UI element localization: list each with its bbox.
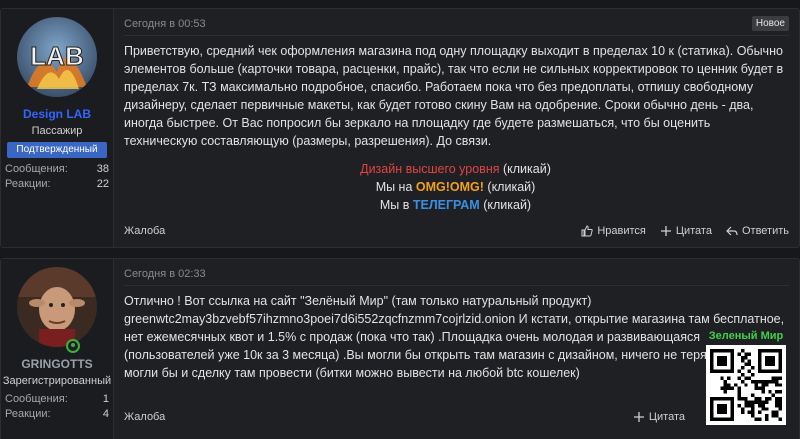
post-actions: Жалоба Нравится Цитата Ответить — [124, 225, 789, 237]
post-1: LAB Design LAB Пассажир Подтвержденный С… — [0, 8, 800, 248]
user-stats: Сообщения: 1 Реакции: 4 — [5, 392, 109, 422]
goblin-avatar-icon — [17, 267, 97, 347]
post-body: Отлично ! Вот ссылка на сайт "Зелёный Ми… — [124, 294, 785, 380]
stat-value: 4 — [102, 408, 109, 420]
divider — [124, 35, 789, 36]
promo-prefix: Мы на — [375, 180, 416, 194]
action-group: Цитата — [633, 411, 685, 423]
stat-messages: Сообщения: 1 — [5, 392, 109, 407]
promo-suffix: (кликай) — [499, 162, 551, 176]
thumbs-up-icon — [581, 225, 593, 237]
plus-icon — [660, 226, 671, 236]
post-content: Сегодня в 00:53 Новое Приветствую, средн… — [114, 9, 799, 247]
avatar[interactable]: LAB — [17, 17, 97, 97]
post-2: GRINGOTTS Зарегистрированный Сообщения: … — [0, 258, 800, 439]
stat-label: Реакции: — [5, 178, 51, 190]
stat-reactions: Реакции: 4 — [5, 407, 109, 422]
stat-reactions: Реакции: 22 — [5, 177, 109, 192]
promo-link-design[interactable]: Дизайн высшего уровня — [360, 162, 499, 176]
promo-suffix: (кликай) — [479, 198, 532, 212]
report-link[interactable]: Жалоба — [124, 411, 165, 423]
post-body: Приветствую, средний чек оформления мага… — [124, 44, 784, 148]
reply-label: Ответить — [741, 225, 789, 237]
avatar[interactable] — [17, 267, 97, 347]
username[interactable]: GRINGOTTS — [21, 357, 92, 371]
verified-badge: Подтвержденный — [7, 142, 107, 158]
promo-prefix: Мы в — [379, 198, 413, 212]
promo-line-1: Дизайн высшего уровня (кликай) — [124, 160, 787, 178]
promo-line-2: Мы на OMG!OMG! (кликай) — [124, 178, 787, 196]
action-group: Нравится Цитата Ответить — [581, 225, 789, 237]
reply-icon — [726, 226, 738, 236]
signature-promo: Дизайн высшего уровня (кликай) Мы на OMG… — [124, 160, 787, 214]
stat-label: Сообщения: — [5, 163, 68, 175]
quote-button[interactable]: Цитата — [633, 411, 685, 423]
online-status-icon — [66, 339, 80, 353]
divider — [124, 285, 789, 286]
stat-label: Сообщения: — [5, 393, 68, 405]
reply-button[interactable]: Ответить — [726, 225, 789, 237]
user-title: Зарегистрированный — [2, 375, 112, 387]
stat-messages: Сообщения: 38 — [5, 162, 109, 177]
post-actions: Жалоба Цитата — [124, 411, 789, 423]
qr-code-icon — [706, 345, 786, 425]
user-title: Пассажир — [31, 125, 83, 137]
post-date[interactable]: Сегодня в 00:53 — [124, 18, 206, 30]
quote-label: Цитата — [648, 411, 685, 423]
post-content: Сегодня в 02:33 Отлично ! Вот ссылка на … — [114, 259, 799, 439]
qr-code-graphic — [710, 349, 782, 421]
stat-label: Реакции: — [5, 408, 51, 420]
promo-line-3: Мы в ТЕЛЕГРАМ (кликай) — [124, 196, 787, 214]
stat-value: 1 — [102, 393, 109, 405]
username[interactable]: Design LAB — [23, 107, 91, 121]
like-button[interactable]: Нравится — [581, 225, 646, 237]
stat-value: 22 — [96, 178, 109, 190]
promo-link-omg[interactable]: OMG!OMG! — [416, 180, 484, 194]
quote-button[interactable]: Цитата — [660, 225, 712, 237]
lab-logo-avatar-icon: LAB — [17, 17, 97, 97]
report-link[interactable]: Жалоба — [124, 225, 165, 237]
plus-icon — [633, 412, 644, 422]
qr-label: Зеленый Мир — [708, 330, 784, 342]
promo-link-telegram[interactable]: ТЕЛЕГРАМ — [413, 198, 480, 212]
user-stats: Сообщения: 38 Реакции: 22 — [5, 162, 109, 192]
post-date[interactable]: Сегодня в 02:33 — [124, 268, 206, 280]
new-badge: Новое — [751, 16, 789, 31]
quote-label: Цитата — [675, 225, 712, 237]
user-info: LAB Design LAB Пассажир Подтвержденный С… — [1, 9, 114, 247]
user-info: GRINGOTTS Зарегистрированный Сообщения: … — [1, 259, 114, 439]
like-label: Нравится — [597, 225, 646, 237]
promo-suffix: (кликай) — [483, 180, 536, 194]
svg-text:LAB: LAB — [30, 41, 83, 71]
qr-overlay[interactable]: Зеленый Мир — [706, 330, 786, 435]
stat-value: 38 — [96, 163, 109, 175]
